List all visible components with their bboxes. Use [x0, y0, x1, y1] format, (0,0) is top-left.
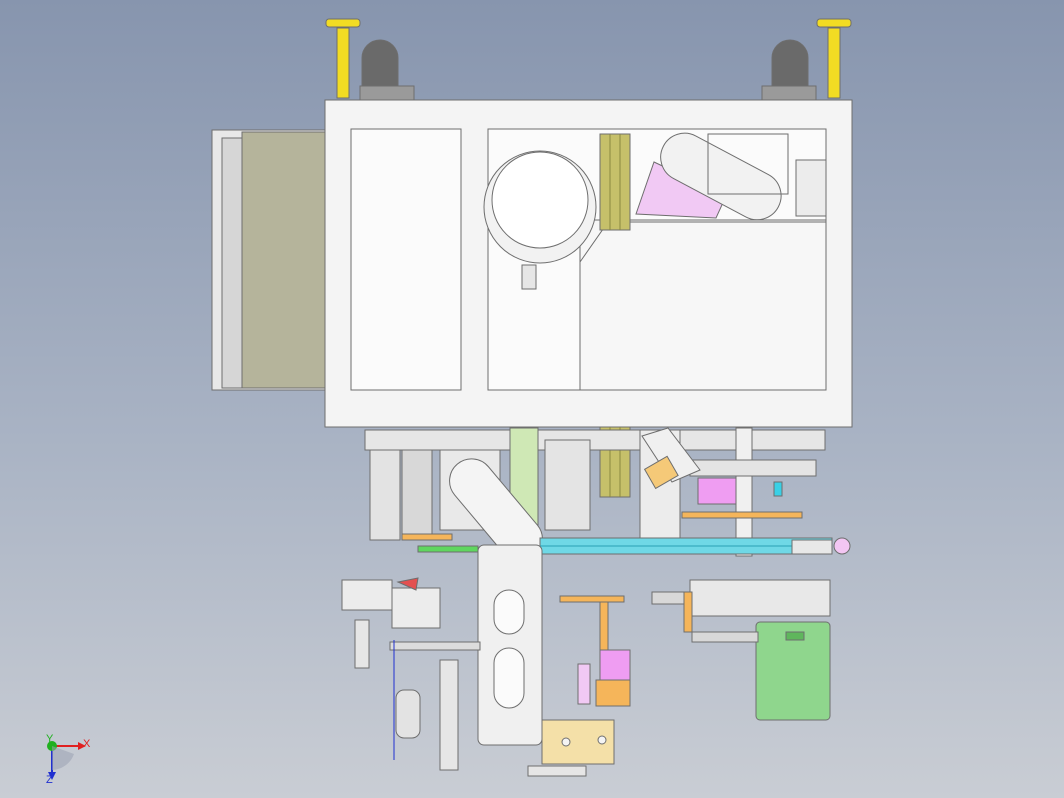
- main-frame: [324, 99, 853, 428]
- left-foot: [325, 18, 415, 101]
- machine-assembly-model[interactable]: [211, 18, 853, 777]
- cad-viewport[interactable]: X Y Z: [0, 0, 1064, 798]
- z-axis-label: Z: [46, 774, 53, 786]
- triad-shade: [52, 746, 74, 770]
- coordinate-triad: X Y Z: [46, 733, 91, 786]
- left-side-panel: [211, 129, 327, 391]
- x-axis-label: X: [83, 738, 91, 750]
- y-axis-label: Y: [46, 733, 54, 745]
- lower-mechanism: [341, 427, 851, 777]
- right-foot: [761, 18, 852, 101]
